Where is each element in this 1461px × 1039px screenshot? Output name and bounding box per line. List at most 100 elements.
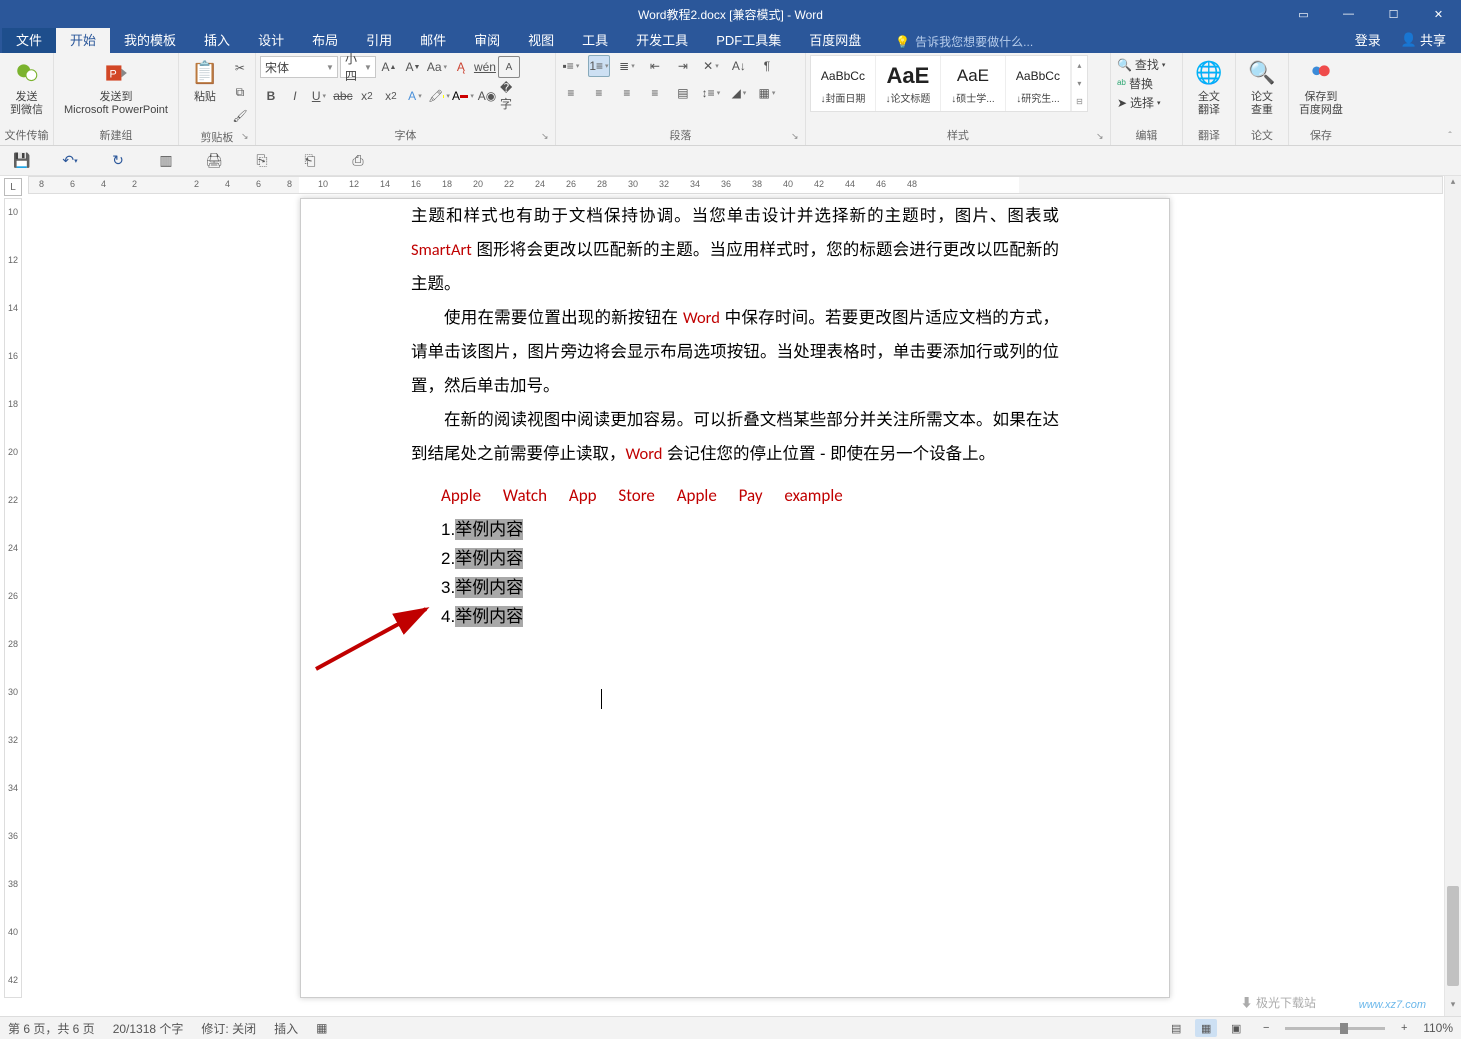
- undo-button[interactable]: ↶▾: [60, 151, 80, 171]
- clipboard-launcher[interactable]: ↘: [241, 131, 253, 143]
- borders-button[interactable]: ▦▾: [756, 82, 778, 104]
- multilevel-button[interactable]: ≣▾: [616, 55, 638, 77]
- qat-custom3[interactable]: ⎘: [252, 151, 272, 171]
- highlight-button[interactable]: 🖍▾: [428, 85, 450, 107]
- vertical-scrollbar[interactable]: ▴ ▾: [1444, 176, 1461, 1016]
- tell-me-search[interactable]: 💡 告诉我您想要做什么...: [895, 33, 1033, 53]
- scroll-thumb[interactable]: [1447, 886, 1459, 986]
- tab-baidu[interactable]: 百度网盘: [795, 28, 875, 53]
- zoom-slider[interactable]: [1285, 1027, 1385, 1030]
- zoom-level[interactable]: 110%: [1423, 1021, 1453, 1035]
- tab-tools[interactable]: 工具: [568, 28, 622, 53]
- tab-selector[interactable]: L: [4, 178, 22, 196]
- style-thesis-title[interactable]: AaE↓论文标题: [876, 56, 941, 111]
- maximize-button[interactable]: ☐: [1371, 0, 1416, 28]
- tab-file[interactable]: 文件: [2, 28, 56, 53]
- translate-button[interactable]: 🌐 全文 翻译: [1187, 55, 1231, 119]
- save-baidu-button[interactable]: 保存到 百度网盘: [1293, 55, 1349, 119]
- font-launcher[interactable]: ↘: [541, 131, 553, 143]
- char-border-button[interactable]: A: [498, 56, 520, 78]
- enclose-char-button[interactable]: �字: [500, 85, 522, 107]
- show-marks-button[interactable]: ¶: [756, 55, 778, 77]
- horizontal-ruler[interactable]: 8642246810121416182022242628303234363840…: [28, 176, 1443, 194]
- qat-custom2[interactable]: 🖨: [204, 151, 224, 171]
- tab-pdftools[interactable]: PDF工具集: [702, 28, 795, 53]
- style-more[interactable]: ⊟: [1072, 93, 1087, 111]
- format-painter-button[interactable]: 🖌: [229, 105, 251, 127]
- styles-launcher[interactable]: ↘: [1096, 131, 1108, 143]
- style-row-down[interactable]: ▾: [1072, 74, 1087, 92]
- cut-button[interactable]: ✂: [229, 57, 251, 79]
- tab-insert[interactable]: 插入: [190, 28, 244, 53]
- shrink-font-button[interactable]: A▼: [402, 56, 424, 78]
- clear-formatting-button[interactable]: wén: [474, 56, 496, 78]
- char-shading-button[interactable]: A◉: [476, 85, 498, 107]
- decrease-indent-button[interactable]: ⇤: [644, 55, 666, 77]
- status-revisions[interactable]: 修订: 关闭: [201, 1020, 256, 1037]
- copy-button[interactable]: ⧉: [229, 81, 251, 103]
- distribute-button[interactable]: ▤: [672, 82, 694, 104]
- paragraph-launcher[interactable]: ↘: [791, 131, 803, 143]
- strikethrough-button[interactable]: abc: [332, 85, 354, 107]
- scroll-down-button[interactable]: ▾: [1445, 999, 1461, 1016]
- share-button[interactable]: 👤 共享: [1391, 26, 1456, 53]
- style-row-up[interactable]: ▴: [1072, 56, 1087, 74]
- style-master[interactable]: AaE↓硕士学...: [941, 56, 1006, 111]
- change-case-button[interactable]: Aa▾: [426, 56, 448, 78]
- replace-button[interactable]: ᵃᵇ替换: [1115, 74, 1155, 93]
- tab-mytemplates[interactable]: 我的模板: [110, 28, 190, 53]
- font-color-button[interactable]: A▾: [452, 85, 474, 107]
- align-left-button[interactable]: ≡: [560, 82, 582, 104]
- status-words[interactable]: 20/1318 个字: [113, 1020, 184, 1037]
- line-spacing-button[interactable]: ↕≡▾: [700, 82, 722, 104]
- tab-mailings[interactable]: 邮件: [406, 28, 460, 53]
- superscript-button[interactable]: x2: [380, 85, 402, 107]
- login-button[interactable]: 登录: [1345, 26, 1391, 53]
- status-macro-icon[interactable]: ▦: [316, 1021, 327, 1035]
- status-insert[interactable]: 插入: [274, 1020, 298, 1037]
- vertical-ruler[interactable]: 1012141618202224262830323436384042: [4, 198, 22, 998]
- print-layout-button[interactable]: ▦: [1195, 1019, 1217, 1037]
- qat-custom1[interactable]: ▥: [156, 151, 176, 171]
- style-graduate[interactable]: AaBbCc↓研究生...: [1006, 56, 1071, 111]
- text-effects-button[interactable]: A▾: [404, 85, 426, 107]
- tab-devtools[interactable]: 开发工具: [622, 28, 702, 53]
- font-name-combo[interactable]: 宋体▼: [260, 56, 338, 78]
- ribbon-display-options-button[interactable]: ▭: [1281, 0, 1326, 28]
- subscript-button[interactable]: x2: [356, 85, 378, 107]
- qat-custom5[interactable]: ⎙: [348, 151, 368, 171]
- collapse-ribbon-button[interactable]: ˆ: [1442, 131, 1458, 142]
- justify-button[interactable]: ≡: [644, 82, 666, 104]
- tab-home[interactable]: 开始: [56, 28, 110, 53]
- tab-review[interactable]: 审阅: [460, 28, 514, 53]
- save-button[interactable]: 💾: [12, 151, 32, 171]
- font-size-combo[interactable]: 小四▼: [340, 56, 376, 78]
- increase-indent-button[interactable]: ⇥: [672, 55, 694, 77]
- tab-design[interactable]: 设计: [244, 28, 298, 53]
- read-mode-button[interactable]: ▤: [1165, 1019, 1187, 1037]
- select-button[interactable]: ➤选择▾: [1115, 93, 1163, 112]
- status-page[interactable]: 第 6 页，共 6 页: [8, 1020, 95, 1037]
- document-page[interactable]: 主题和样式也有助于文档保持协调。当您单击设计并选择新的主题时，图片、图表或 Sm…: [300, 198, 1170, 998]
- sort-button[interactable]: A↓: [728, 55, 750, 77]
- close-button[interactable]: ✕: [1416, 0, 1461, 28]
- tab-view[interactable]: 视图: [514, 28, 568, 53]
- shading-button[interactable]: ◢▾: [728, 82, 750, 104]
- italic-button[interactable]: I: [284, 85, 306, 107]
- zoom-out-button[interactable]: −: [1255, 1019, 1277, 1037]
- zoom-in-button[interactable]: +: [1393, 1019, 1415, 1037]
- qat-custom4[interactable]: ⎗: [300, 151, 320, 171]
- style-cover-date[interactable]: AaBbCc↓封面日期: [811, 56, 876, 111]
- bullets-button[interactable]: ▪≡▾: [560, 55, 582, 77]
- bold-button[interactable]: B: [260, 85, 282, 107]
- scroll-up-button[interactable]: ▴: [1445, 176, 1461, 193]
- align-center-button[interactable]: ≡: [588, 82, 610, 104]
- asian-layout-button[interactable]: ✕▾: [700, 55, 722, 77]
- send-to-wechat-button[interactable]: 发送 到微信: [4, 55, 49, 119]
- paste-button[interactable]: 📋 粘贴: [183, 55, 227, 106]
- find-button[interactable]: 🔍查找▾: [1115, 55, 1167, 74]
- send-to-powerpoint-button[interactable]: P 发送到 Microsoft PowerPoint: [58, 55, 174, 119]
- underline-button[interactable]: U▾: [308, 85, 330, 107]
- web-layout-button[interactable]: ▣: [1225, 1019, 1247, 1037]
- grow-font-button[interactable]: A▲: [378, 56, 400, 78]
